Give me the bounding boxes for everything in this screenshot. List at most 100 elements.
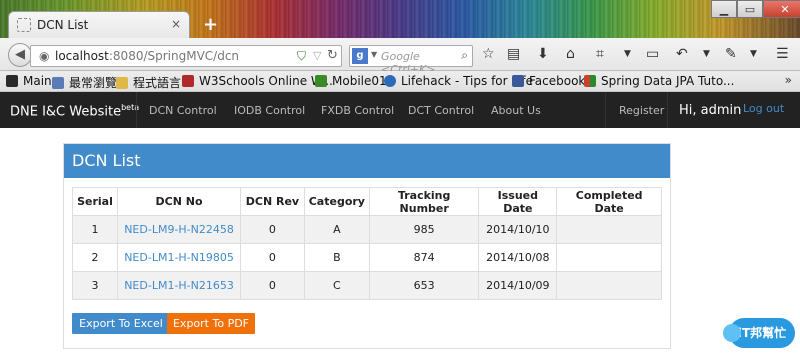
bookmarks-bar: Main 最常瀏覽 程式語言 W3Schools Online W... Mob… <box>0 71 800 92</box>
dcn-no-link[interactable]: NED-LM1-H-N21653 <box>124 279 234 292</box>
site-navbar: DNE I&C Websitebeta DCN Control IODB Con… <box>0 92 800 128</box>
lifehack-icon <box>384 75 396 87</box>
maximize-button[interactable]: ▭ <box>737 0 763 18</box>
nav-dcn-control[interactable]: DCN Control <box>149 104 217 117</box>
mobile01-icon <box>315 75 327 87</box>
issued-date-cell: 2014/10/08 <box>478 243 558 272</box>
search-icon[interactable]: ⌕ <box>461 48 468 63</box>
category-cell: B <box>303 243 370 272</box>
close-window-button[interactable]: ✕ <box>763 0 800 18</box>
crop-icon[interactable]: ⌗ <box>596 46 604 62</box>
completed-date-cell <box>556 243 662 272</box>
dcn-no-link[interactable]: NED-LM1-H-N19805 <box>124 251 234 264</box>
panel-title: DCN List <box>72 151 141 170</box>
column-header: Completed Date <box>556 187 662 216</box>
bookmark-item[interactable]: Facebook <box>512 74 585 88</box>
bookmark-item[interactable]: Main <box>6 74 52 88</box>
rev-cell: 0 <box>240 271 305 300</box>
dcn-no-cell: NED-LM9-H-N22458 <box>116 215 242 244</box>
chevron-right-icon[interactable]: » <box>785 73 792 87</box>
column-header: Category <box>303 187 370 216</box>
google-icon[interactable]: g <box>352 48 368 64</box>
issued-date-cell: 2014/10/09 <box>478 271 558 300</box>
rev-cell: 0 <box>240 243 305 272</box>
rev-cell: 0 <box>240 215 305 244</box>
table-row: 3 NED-LM1-H-N21653 0 C 653 2014/10/09 <box>72 271 662 300</box>
chevron-down-icon[interactable]: ▼ <box>624 49 631 59</box>
chevron-down-icon[interactable]: ▼ <box>750 49 757 59</box>
back-button[interactable]: ◀ <box>8 43 32 67</box>
completed-date-cell <box>556 271 662 300</box>
watermark-logo: iT邦幫忙 <box>723 318 795 348</box>
page-icon <box>17 18 31 32</box>
chat-icon[interactable]: ▭ <box>646 46 659 62</box>
export-excel-button[interactable]: Export To Excel <box>72 313 170 334</box>
browser-tab[interactable]: DCN List × <box>8 11 190 38</box>
menu-icon[interactable]: ☰ <box>776 46 789 62</box>
grid-icon <box>584 75 596 87</box>
table-row: 1 NED-LM9-H-N22458 0 A 985 2014/10/10 <box>72 215 662 244</box>
completed-date-cell <box>556 215 662 244</box>
column-header: DCN Rev <box>240 187 305 216</box>
browser-titlebar: DCN List × + ▁ ▭ ✕ <box>0 0 800 38</box>
close-icon[interactable]: × <box>171 17 181 31</box>
nav-dct-control[interactable]: DCT Control <box>408 104 474 117</box>
dcn-no-cell: NED-LM1-H-N21653 <box>116 271 242 300</box>
undo-icon[interactable]: ↶ <box>676 46 688 62</box>
category-cell: C <box>303 271 370 300</box>
search-input[interactable]: g ▼ Google <Ctrl+K> ⌕ <box>349 45 473 76</box>
site-brand[interactable]: DNE I&C Websitebeta <box>10 103 139 119</box>
register-link[interactable]: Register <box>619 104 664 117</box>
bubble-icon <box>723 324 741 342</box>
nav-about-us[interactable]: About Us <box>491 104 541 117</box>
url-text: localhost:8080/SpringMVC/dcn <box>55 49 240 63</box>
tracking-cell: 874 <box>368 243 480 272</box>
serial-cell: 3 <box>72 271 118 300</box>
dcn-no-link[interactable]: NED-LM9-H-N22458 <box>124 223 234 236</box>
bookmark-item[interactable]: Spring Data JPA Tuto... <box>584 74 734 88</box>
page-icon <box>52 77 64 89</box>
column-header: Tracking Number <box>368 187 480 216</box>
serial-cell: 2 <box>72 243 118 272</box>
nav-divider <box>136 92 137 128</box>
chevron-down-icon[interactable]: ▼ <box>371 50 377 59</box>
new-tab-button[interactable]: + <box>203 14 218 35</box>
nav-iodb-control[interactable]: IODB Control <box>234 104 305 117</box>
dcn-table: Serial DCN No DCN Rev Category Tracking … <box>72 187 662 300</box>
column-header: Serial <box>72 187 118 216</box>
nav-fxdb-control[interactable]: FXDB Control <box>321 104 394 117</box>
shield-icon[interactable]: ⛉ <box>297 49 306 64</box>
bookmark-item[interactable]: 程式語言 <box>116 74 181 91</box>
export-pdf-button[interactable]: Export To PDF <box>167 313 255 334</box>
dcn-no-cell: NED-LM1-H-N19805 <box>116 243 242 272</box>
dropdown-icon[interactable]: ▽ <box>313 49 321 62</box>
bookmark-item[interactable]: Mobile01 <box>315 74 387 88</box>
minimize-button[interactable]: ▁ <box>711 0 737 18</box>
extension-icon[interactable]: ✎ <box>725 46 737 62</box>
nav-divider <box>605 92 606 128</box>
category-cell: A <box>303 215 370 244</box>
browser-toolbar: ◀ ◉ localhost:8080/SpringMVC/dcn ⛉ ▽ ↻ g… <box>0 38 800 76</box>
chevron-down-icon[interactable]: ▼ <box>703 49 710 59</box>
address-bar[interactable]: ◉ localhost:8080/SpringMVC/dcn ⛉ ▽ ↻ <box>30 45 342 67</box>
reload-icon[interactable]: ↻ <box>327 48 338 63</box>
column-header: Issued Date <box>478 187 558 216</box>
bookmark-star-icon[interactable]: ☆ <box>482 46 495 62</box>
logout-link[interactable]: Log out <box>743 102 784 115</box>
window-controls: ▁ ▭ ✕ <box>711 0 800 20</box>
tab-title: DCN List <box>37 18 89 32</box>
reading-list-icon[interactable]: ▤ <box>507 46 520 62</box>
home-icon[interactable]: ⌂ <box>566 46 575 62</box>
serial-cell: 1 <box>72 215 118 244</box>
tracking-cell: 985 <box>368 215 480 244</box>
globe-icon: ◉ <box>39 49 50 63</box>
bookmark-item[interactable]: 最常瀏覽 <box>52 74 117 91</box>
table-row: 2 NED-LM1-H-N19805 0 B 874 2014/10/08 <box>72 243 662 272</box>
bookmark-item[interactable]: W3Schools Online W... <box>182 74 333 88</box>
nav-divider <box>667 92 668 128</box>
issued-date-cell: 2014/10/10 <box>478 215 558 244</box>
page-icon <box>512 75 524 87</box>
bookmark-item[interactable]: Lifehack - Tips for Life <box>384 74 533 88</box>
download-icon[interactable]: ⬇ <box>537 46 549 62</box>
folder-icon <box>6 75 18 87</box>
